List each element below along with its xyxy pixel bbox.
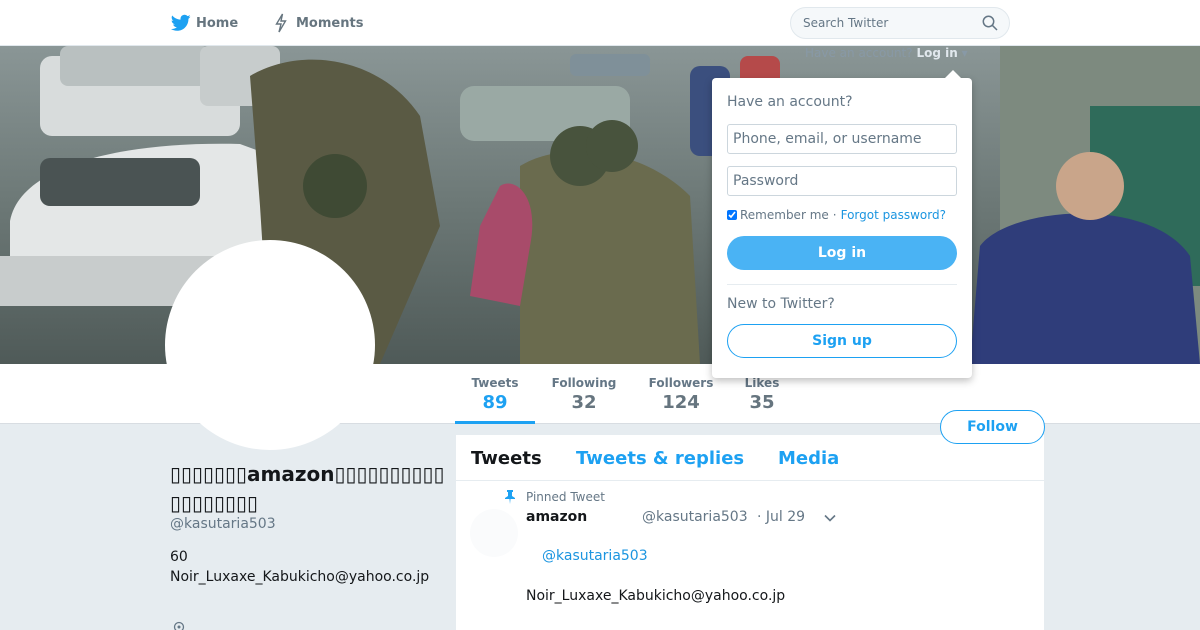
separator-dot: · <box>832 208 837 222</box>
tweet-timestamp[interactable]: · Jul 29 <box>757 509 805 525</box>
pinned-tweet-text: Pinned Tweet <box>526 490 605 504</box>
dropdown-divider <box>727 284 957 285</box>
profile-display-name: ▯▯▯▯▯▯▯amazon▯▯▯▯▯▯▯▯▯▯▯▯▯▯▯▯▯▯ <box>170 462 445 515</box>
pin-icon <box>504 490 518 504</box>
username-input[interactable] <box>727 124 957 154</box>
location-pin-icon <box>172 620 186 630</box>
remember-me-checkbox[interactable] <box>727 210 737 220</box>
stat-tweets-label: Tweets <box>471 376 519 390</box>
stat-followers-label: Followers <box>648 376 714 390</box>
tab-tweets-and-replies[interactable]: Tweets & replies <box>576 448 744 469</box>
forgot-password-link[interactable]: Forgot password? <box>841 208 946 222</box>
stat-tweets[interactable]: Tweets 89 <box>455 376 535 424</box>
tweet-body-text: Noir_Luxaxe_Kabukicho@yahoo.co.jp <box>526 588 786 604</box>
have-account-text: Have an account? <box>805 46 913 60</box>
stat-followers[interactable]: Followers 124 <box>643 376 719 414</box>
login-button[interactable]: Log in <box>727 236 957 270</box>
follow-button[interactable]: Follow <box>940 410 1045 444</box>
chevron-down-icon[interactable] <box>823 511 837 525</box>
profile-timeline: Tweets Tweets & replies Media Pinned Twe… <box>456 435 1044 630</box>
profile-handle[interactable]: @kasutaria503 <box>170 516 276 532</box>
login-link[interactable]: Log in <box>916 46 957 60</box>
nav-home[interactable]: Home <box>170 12 238 34</box>
caret-down-icon[interactable]: ▾ <box>962 46 968 60</box>
login-dropdown: Have an account? Remember me · Forgot pa… <box>712 70 972 378</box>
top-navigation-bar: Home Moments <box>0 0 1200 46</box>
password-input[interactable] <box>727 166 957 196</box>
search-box <box>790 7 1010 39</box>
nav-moments[interactable]: Moments <box>270 12 363 34</box>
stat-following[interactable]: Following 32 <box>545 376 623 414</box>
stat-likes[interactable]: Likes 35 <box>738 376 786 414</box>
remember-me-label[interactable]: Remember me <box>740 208 829 222</box>
tweet-author-handle[interactable]: @kasutaria503 <box>642 509 748 525</box>
stat-followers-value: 124 <box>662 392 700 413</box>
twitter-bird-icon <box>170 12 192 34</box>
tab-media[interactable]: Media <box>778 448 839 469</box>
tab-tweets[interactable]: Tweets <box>471 448 542 469</box>
signup-button[interactable]: Sign up <box>727 324 957 358</box>
stat-tweets-value: 89 <box>482 392 508 413</box>
bio-line-2: Noir_Luxaxe_Kabukicho@yahoo.co.jp <box>170 569 430 585</box>
profile-bio: 60 Noir_Luxaxe_Kabukicho@yahoo.co.jp <box>170 547 429 587</box>
tweet-author-name[interactable]: amazon <box>526 509 587 525</box>
new-to-twitter-label: New to Twitter? <box>727 296 835 312</box>
dropdown-caret <box>945 70 961 78</box>
stat-likes-value: 35 <box>749 392 775 413</box>
stat-following-value: 32 <box>571 392 597 413</box>
search-input[interactable] <box>803 16 981 30</box>
profile-avatar[interactable] <box>165 240 375 450</box>
nav-home-label: Home <box>196 15 239 31</box>
nav-moments-label: Moments <box>296 15 364 31</box>
stat-following-label: Following <box>551 376 617 390</box>
have-account-prompt: Have an account? Log in ▾ <box>805 46 968 60</box>
tweet-avatar[interactable] <box>470 509 518 557</box>
stat-likes-label: Likes <box>744 376 780 390</box>
remember-row: Remember me · Forgot password? <box>727 208 946 222</box>
tweet-mention-link[interactable]: @kasutaria503 <box>542 548 648 564</box>
search-icon[interactable] <box>981 14 999 32</box>
lightning-icon <box>270 12 292 34</box>
login-dropdown-title: Have an account? <box>727 94 853 110</box>
bio-line-1: 60 <box>170 549 188 565</box>
pinned-tweet-label: Pinned Tweet <box>504 490 605 504</box>
